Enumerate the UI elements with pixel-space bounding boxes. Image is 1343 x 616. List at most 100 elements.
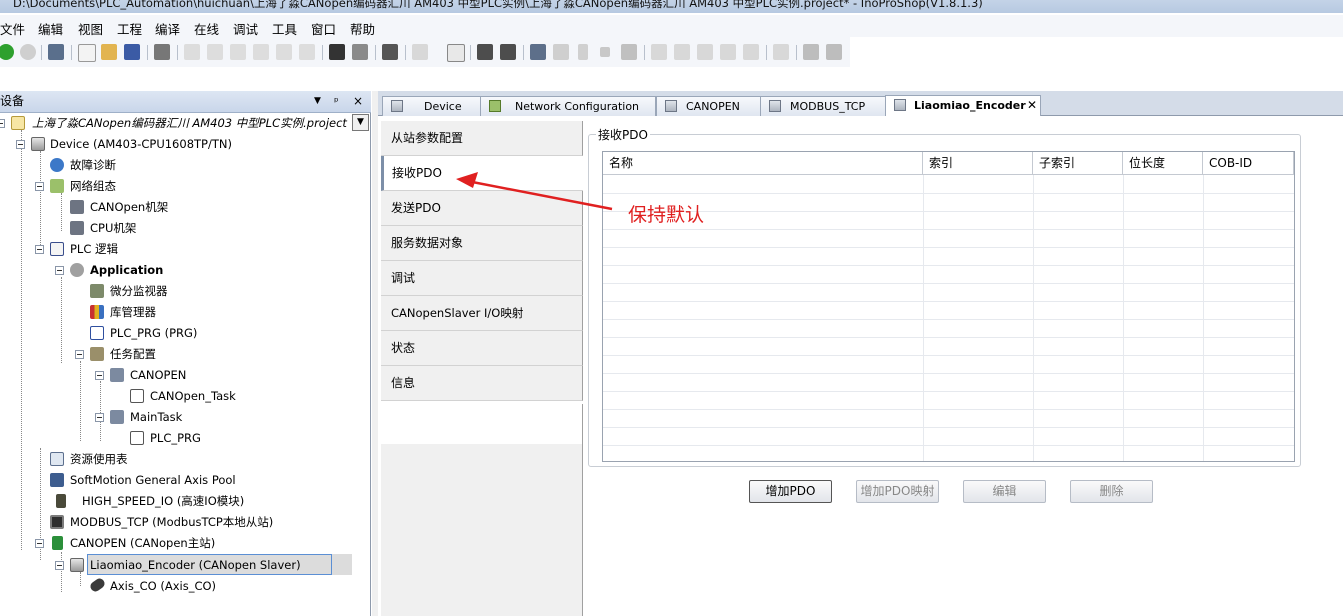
step-over-icon[interactable] bbox=[674, 44, 690, 60]
collapse-icon[interactable] bbox=[16, 140, 25, 149]
collapse-icon[interactable] bbox=[35, 245, 44, 254]
collapse-icon[interactable] bbox=[95, 413, 104, 422]
col-header-subindex[interactable]: 子索引 bbox=[1033, 152, 1123, 175]
col-header-cobid[interactable]: COB-ID bbox=[1203, 152, 1294, 175]
trace-icon bbox=[90, 284, 104, 298]
nav-slave-params[interactable]: 从站参数配置 bbox=[381, 121, 583, 156]
nav-status[interactable]: 状态 bbox=[381, 331, 583, 366]
login-icon[interactable] bbox=[530, 44, 546, 60]
undo-icon[interactable] bbox=[184, 44, 200, 60]
table-icon bbox=[50, 452, 64, 466]
tab-device[interactable]: Device bbox=[382, 96, 481, 116]
select-all-icon[interactable] bbox=[382, 44, 398, 60]
monitor-icon[interactable] bbox=[826, 44, 842, 60]
nav-io-mapping[interactable]: CANopenSlaver I/O映射 bbox=[381, 296, 583, 331]
tree-item-label: PLC_PRG (PRG) bbox=[110, 326, 198, 340]
add-pdo-button[interactable]: 增加PDO bbox=[749, 480, 832, 503]
tab-close-icon[interactable]: ✕ bbox=[1027, 96, 1037, 115]
find-icon[interactable] bbox=[329, 44, 345, 60]
save-icon[interactable] bbox=[124, 44, 140, 60]
menu-project[interactable]: 工程 bbox=[117, 19, 142, 38]
delete-button[interactable]: 删除 bbox=[1070, 480, 1153, 503]
tree-item-label: 网络组态 bbox=[70, 179, 116, 193]
axis-pool-icon bbox=[50, 473, 64, 487]
editor-tabs: Device Network Configuration CANOPEN MOD… bbox=[378, 91, 1343, 117]
tab-liaomiao-encoder[interactable]: Liaomiao_Encoder ✕ bbox=[885, 95, 1041, 117]
nav-info[interactable]: 信息 bbox=[381, 366, 583, 401]
build-icon[interactable] bbox=[477, 44, 493, 60]
rebuild-icon[interactable] bbox=[500, 44, 516, 60]
tab-network-configuration[interactable]: Network Configuration bbox=[480, 96, 656, 116]
network-icon bbox=[50, 179, 64, 193]
panel-pin-icon[interactable]: ᵖ bbox=[334, 91, 339, 112]
device-tree-icon[interactable] bbox=[48, 44, 64, 60]
collapse-icon[interactable] bbox=[55, 266, 64, 275]
panel-close-icon[interactable]: × bbox=[353, 91, 363, 112]
collapse-icon[interactable] bbox=[55, 561, 64, 570]
panel-menu-icon[interactable]: ▼ bbox=[314, 91, 321, 112]
forward-icon[interactable] bbox=[20, 44, 36, 60]
add-pdo-mapping-button[interactable]: 增加PDO映射 bbox=[856, 480, 939, 503]
logout-icon[interactable] bbox=[553, 44, 569, 60]
tab-label: Liaomiao_Encoder bbox=[914, 99, 1026, 112]
menu-debug[interactable]: 调试 bbox=[233, 19, 258, 38]
nav-debug[interactable]: 调试 bbox=[381, 261, 583, 296]
step-into-icon[interactable] bbox=[697, 44, 713, 60]
paste-icon[interactable] bbox=[276, 44, 292, 60]
copy-icon[interactable] bbox=[253, 44, 269, 60]
redo-icon[interactable] bbox=[207, 44, 223, 60]
breakpoint-icon[interactable] bbox=[651, 44, 667, 60]
back-icon[interactable] bbox=[0, 44, 14, 60]
menu-edit[interactable]: 编辑 bbox=[38, 19, 63, 38]
col-header-bitlength[interactable]: 位长度 bbox=[1123, 152, 1203, 175]
open-folder-icon[interactable] bbox=[101, 44, 117, 60]
menu-help[interactable]: 帮助 bbox=[350, 19, 375, 38]
col-header-index[interactable]: 索引 bbox=[923, 152, 1033, 175]
new-file-icon[interactable] bbox=[78, 44, 96, 62]
tab-modbus-tcp[interactable]: MODBUS_TCP bbox=[760, 96, 886, 116]
force-icon[interactable] bbox=[743, 44, 759, 60]
tree-item-label: PLC 逻辑 bbox=[70, 242, 119, 256]
menu-view[interactable]: 视图 bbox=[78, 19, 103, 38]
collapse-icon[interactable] bbox=[95, 371, 104, 380]
reset-icon[interactable] bbox=[621, 44, 637, 60]
run-to-cursor-icon[interactable] bbox=[773, 44, 789, 60]
replace-icon[interactable] bbox=[352, 44, 368, 60]
task-call-icon bbox=[130, 431, 144, 445]
menu-window[interactable]: 窗口 bbox=[311, 19, 336, 38]
tree-item-label: PLC_PRG bbox=[150, 431, 201, 445]
delete-icon[interactable] bbox=[299, 44, 315, 60]
menu-online[interactable]: 在线 bbox=[194, 19, 219, 38]
print-icon[interactable] bbox=[154, 44, 170, 60]
project-dropdown-button[interactable]: ▼ bbox=[352, 114, 369, 131]
insert-icon[interactable] bbox=[412, 44, 428, 60]
menu-build[interactable]: 编译 bbox=[155, 19, 180, 38]
col-header-name[interactable]: 名称 bbox=[603, 152, 923, 175]
devices-panel-title: 设备 bbox=[0, 94, 25, 108]
device-tab-icon bbox=[769, 100, 781, 112]
collapse-icon[interactable] bbox=[0, 119, 5, 128]
cut-icon[interactable] bbox=[230, 44, 246, 60]
tree-item-label: Application bbox=[90, 263, 164, 277]
edit-button[interactable]: 编辑 bbox=[963, 480, 1046, 503]
tree-item-label: 故障诊断 bbox=[70, 158, 116, 172]
object-icon[interactable] bbox=[447, 44, 465, 62]
menu-file[interactable]: 文件 bbox=[0, 19, 25, 38]
step-out-icon[interactable] bbox=[720, 44, 736, 60]
tab-canopen[interactable]: CANOPEN bbox=[656, 96, 761, 116]
write-values-icon[interactable] bbox=[803, 44, 819, 60]
task-icon bbox=[110, 410, 124, 424]
library-icon bbox=[90, 305, 104, 319]
diagnostics-icon bbox=[50, 158, 64, 172]
tree-item-label: CPU机架 bbox=[90, 221, 137, 235]
plc-logic-icon bbox=[50, 242, 64, 256]
collapse-icon[interactable] bbox=[75, 350, 84, 359]
collapse-icon[interactable] bbox=[35, 182, 44, 191]
nav-sdo[interactable]: 服务数据对象 bbox=[381, 226, 583, 261]
menu-tools[interactable]: 工具 bbox=[272, 19, 297, 38]
run-icon[interactable] bbox=[578, 44, 588, 60]
annotation-label: 保持默认 bbox=[628, 204, 705, 226]
collapse-icon[interactable] bbox=[35, 539, 44, 548]
stop-icon[interactable] bbox=[600, 47, 610, 57]
pdo-table[interactable]: 名称 索引 子索引 位长度 COB-ID bbox=[602, 151, 1295, 462]
